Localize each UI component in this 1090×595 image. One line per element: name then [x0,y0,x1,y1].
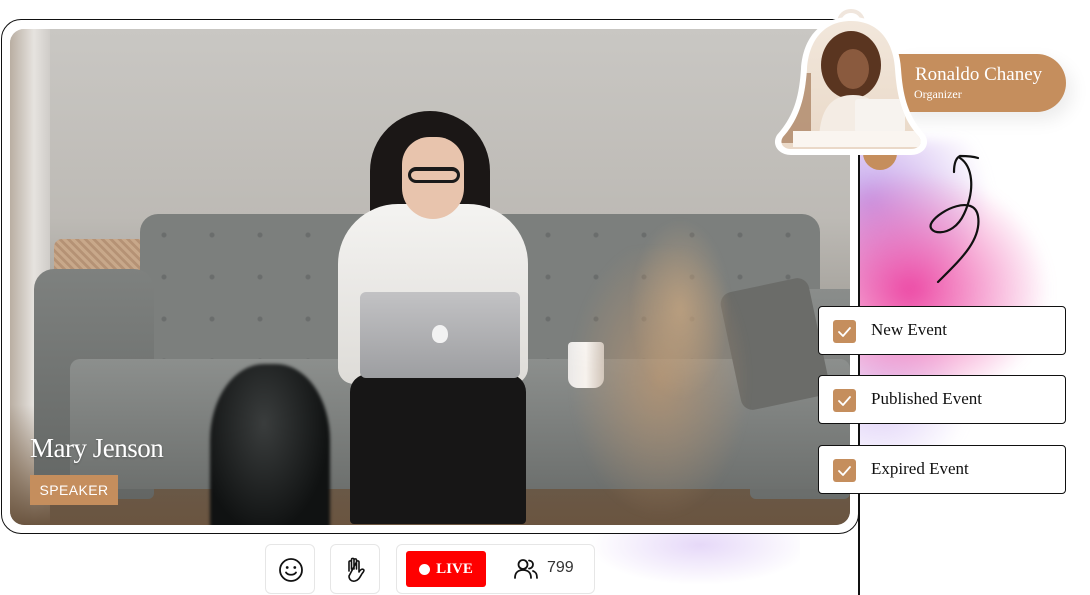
emoji-reaction-button[interactable] [265,544,315,594]
checkbox-checked[interactable] [833,320,856,343]
raise-hand-icon [348,557,365,582]
event-label: New Event [871,320,948,339]
users-icon [514,559,538,579]
organizer-role: Organizer [914,87,962,101]
vase [210,364,330,525]
check-icon [838,396,851,406]
checkbox-checked[interactable] [833,389,856,412]
live-dot-icon [419,563,431,575]
smiley-icon [279,558,303,582]
live-status-bar: LIVE 799 [396,544,595,594]
event-option-published[interactable]: Published Event [818,375,1066,424]
speaker-role-badge: SPEAKER [30,475,118,505]
live-label: LIVE [436,560,473,577]
event-label: Published Event [871,389,982,408]
organizer-name: Ronaldo Chaney [915,64,1043,85]
organizer-avatar-bell[interactable] [773,3,929,171]
check-icon [838,327,851,337]
check-icon [838,466,851,476]
event-option-new[interactable]: New Event [818,306,1066,355]
curly-arrow-icon [929,154,980,284]
event-option-expired[interactable]: Expired Event [818,445,1066,494]
speaker-name: Mary Jenson [30,433,164,463]
viewer-count: 799 [547,559,574,576]
live-button[interactable]: LIVE [406,551,486,587]
checkbox-checked[interactable] [833,459,856,482]
event-label: Expired Event [871,459,969,478]
raise-hand-button[interactable] [330,544,380,594]
